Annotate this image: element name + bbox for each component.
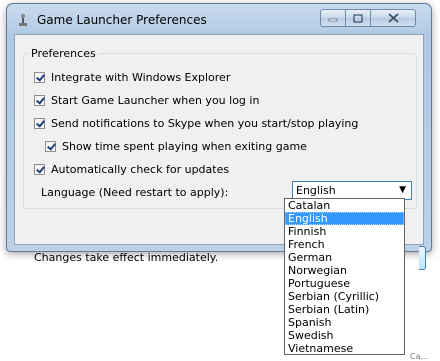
language-select-value: English: [296, 184, 336, 197]
checkbox-skype-notifications[interactable]: Send notifications to Skype when you sta…: [34, 117, 358, 130]
language-option-german[interactable]: German: [285, 251, 404, 264]
language-dropdown-list[interactable]: Catalan English Finnish French German No…: [284, 198, 405, 355]
language-option-vietnamese[interactable]: Vietnamese: [285, 342, 404, 355]
footer-note: Changes take effect immediately.: [34, 251, 219, 264]
background-window-text: Ca...: [410, 352, 429, 361]
checkbox-integrate-explorer[interactable]: Integrate with Windows Explorer: [34, 71, 230, 84]
language-option-french[interactable]: French: [285, 238, 404, 251]
checkbox-show-time-spent[interactable]: Show time spent playing when exiting gam…: [45, 140, 307, 153]
checkbox-box[interactable]: [34, 118, 45, 129]
chevron-down-icon: ▼: [399, 185, 406, 195]
checkbox-box[interactable]: [34, 164, 45, 175]
checkbox-start-on-login[interactable]: Start Game Launcher when you log in: [34, 94, 259, 107]
ok-button[interactable]: [419, 246, 426, 270]
checkbox-label: Automatically check for updates: [51, 163, 230, 176]
maximize-icon: [353, 13, 363, 23]
minimize-button[interactable]: [320, 9, 346, 27]
minimize-icon: [328, 18, 338, 22]
checkbox-label: Send notifications to Skype when you sta…: [51, 117, 359, 130]
checkbox-box[interactable]: [34, 72, 45, 83]
language-option-serbian-cyrillic[interactable]: Serbian (Cyrillic): [285, 290, 404, 303]
language-option-swedish[interactable]: Swedish: [285, 329, 404, 342]
language-option-portuguese[interactable]: Portuguese: [285, 277, 404, 290]
window-title: Game Launcher Preferences: [37, 13, 207, 27]
language-label: Language (Need restart to apply):: [41, 186, 229, 199]
close-icon: [387, 13, 399, 23]
language-option-finnish[interactable]: Finnish: [285, 225, 404, 238]
language-option-catalan[interactable]: Catalan: [285, 199, 404, 212]
language-option-spanish[interactable]: Spanish: [285, 316, 404, 329]
checkbox-label: Start Game Launcher when you log in: [51, 94, 260, 107]
checkbox-auto-update[interactable]: Automatically check for updates: [34, 163, 229, 176]
preferences-group-label: Preferences: [28, 47, 99, 60]
maximize-button[interactable]: [345, 9, 371, 27]
title-bar[interactable]: Game Launcher Preferences: [7, 4, 431, 34]
language-option-norwegian[interactable]: Norwegian: [285, 264, 404, 277]
joystick-icon: [19, 13, 27, 26]
checkbox-box[interactable]: [45, 141, 56, 152]
language-option-serbian-latin[interactable]: Serbian (Latin): [285, 303, 404, 316]
checkbox-label: Show time spent playing when exiting gam…: [62, 140, 307, 153]
checkbox-label: Integrate with Windows Explorer: [51, 71, 231, 84]
language-option-english[interactable]: English: [285, 212, 404, 225]
close-button[interactable]: [370, 9, 416, 27]
checkbox-box[interactable]: [34, 95, 45, 106]
